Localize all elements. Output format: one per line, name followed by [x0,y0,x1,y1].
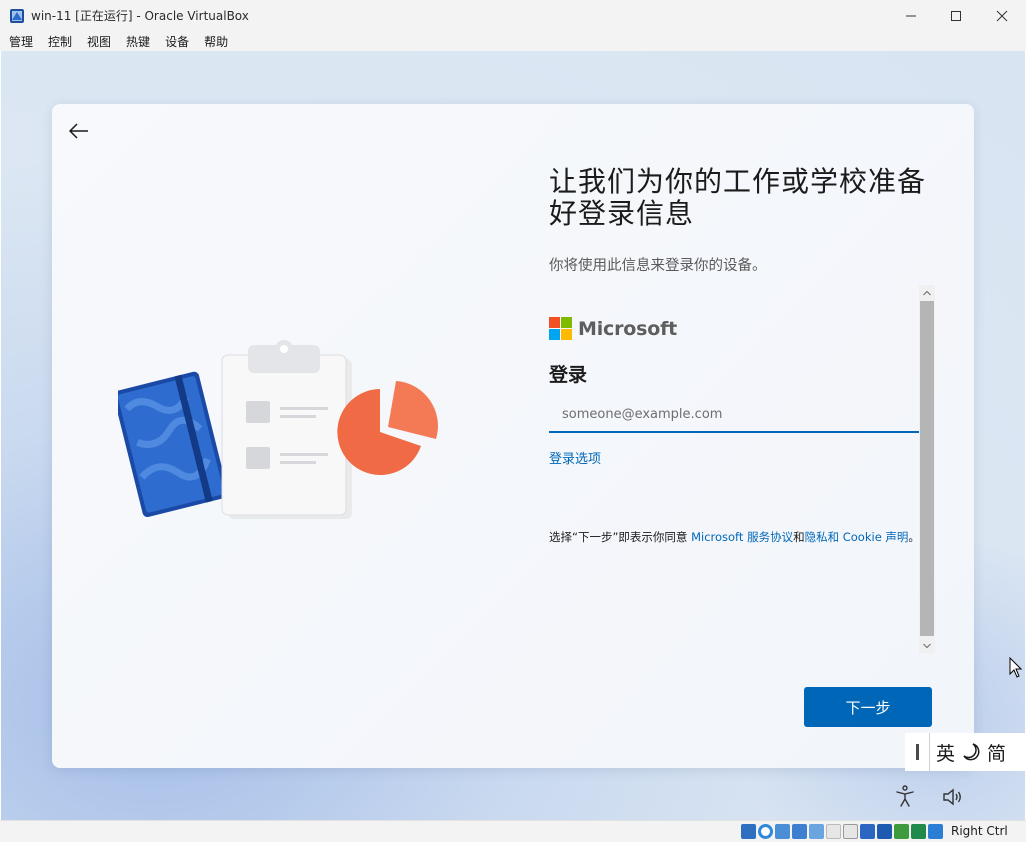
signin-title: 登录 [549,364,588,386]
vm-screen[interactable]: 让我们为你的工作或学校准备好登录信息 你将使用此信息来登录你的设备。 Micro… [1,51,1025,820]
oobe-card: 让我们为你的工作或学校准备好登录信息 你将使用此信息来登录你的设备。 Micro… [52,104,974,768]
next-button[interactable]: 下一步 [804,687,932,727]
menu-bar: 管理 控制 视图 热键 设备 帮助 [0,31,1026,51]
microsoft-logo-icon [549,317,573,341]
mouse-integration-icon[interactable] [928,824,943,839]
virtualbox-icon [9,8,25,24]
ime-punctuation-moon-icon[interactable] [961,742,981,762]
back-button[interactable] [66,120,92,142]
terms-and: 和 [793,530,805,544]
page-title: 让我们为你的工作或学校准备好登录信息 [549,165,927,230]
minimize-button[interactable] [888,0,934,31]
display-icon[interactable] [843,824,858,839]
network-icon[interactable] [792,824,807,839]
ime-handle-icon[interactable] [916,744,919,760]
volume-icon[interactable] [942,787,964,807]
menu-item-control[interactable]: 控制 [48,33,72,50]
ime-mode-toggle[interactable]: 英 [936,739,955,766]
scroll-down-button[interactable] [919,638,935,653]
chevron-up-icon [923,290,931,295]
cpu-icon[interactable] [894,824,909,839]
optical-drive-icon[interactable] [758,824,773,839]
recording-icon[interactable] [860,824,875,839]
virtualization-icon[interactable] [911,824,926,839]
menu-item-manage[interactable]: 管理 [9,33,33,50]
host-key-label: Right Ctrl [951,824,1008,838]
device-status-icons [741,824,945,839]
microsoft-logo: Microsoft [549,317,677,341]
menu-item-hotkeys[interactable]: 热键 [126,33,150,50]
window-title: win-11 [正在运行] - Oracle VirtualBox [31,9,249,23]
ime-script-toggle[interactable]: 简 [987,739,1006,766]
shared-folder-icon[interactable] [826,824,841,839]
close-icon [996,10,1008,21]
accessibility-icon[interactable] [895,785,915,807]
terms-text: 选择“下一步”即表示你同意 Microsoft 服务协议和隐私和 Cookie … [549,529,920,545]
hard-disk-icon[interactable] [741,824,756,839]
scroll-up-button[interactable] [919,285,935,300]
service-agreement-link[interactable]: Microsoft 服务协议 [691,530,793,544]
email-input[interactable] [549,397,919,433]
back-arrow-icon [69,123,88,139]
scroll-thumb[interactable] [920,301,934,636]
maximize-icon [951,10,961,21]
usb-icon[interactable] [809,824,824,839]
mouse-cursor-icon [1009,657,1023,678]
audio-icon[interactable] [775,824,790,839]
signin-frame: Microsoft 登录 登录选项 选择“下一步”即表示你同意 Microsof… [549,285,935,653]
close-button[interactable] [979,0,1025,31]
minimize-icon [906,15,916,16]
maximize-button[interactable] [933,0,979,31]
page-subtitle: 你将使用此信息来登录你的设备。 [549,258,767,274]
signin-scrollbar[interactable] [919,285,935,653]
terms-prefix: 选择“下一步”即表示你同意 [549,530,692,544]
chevron-down-icon [923,643,931,648]
menu-item-view[interactable]: 视图 [87,33,111,50]
ime-toolbar: 英 简 [905,733,1025,771]
signin-options-link[interactable]: 登录选项 [549,448,601,467]
privacy-cookie-link[interactable]: 隐私和 Cookie 声明 [805,530,909,544]
title-bar: win-11 [正在运行] - Oracle VirtualBox [0,0,1026,31]
clipboard-illustration-icon [118,340,438,519]
microsoft-wordmark: Microsoft [578,318,678,340]
menu-item-devices[interactable]: 设备 [165,33,189,50]
vm-window-icon[interactable] [877,824,892,839]
menu-item-help[interactable]: 帮助 [204,33,228,50]
ime-separator [929,733,930,771]
status-bar: Right Ctrl [0,820,1026,842]
